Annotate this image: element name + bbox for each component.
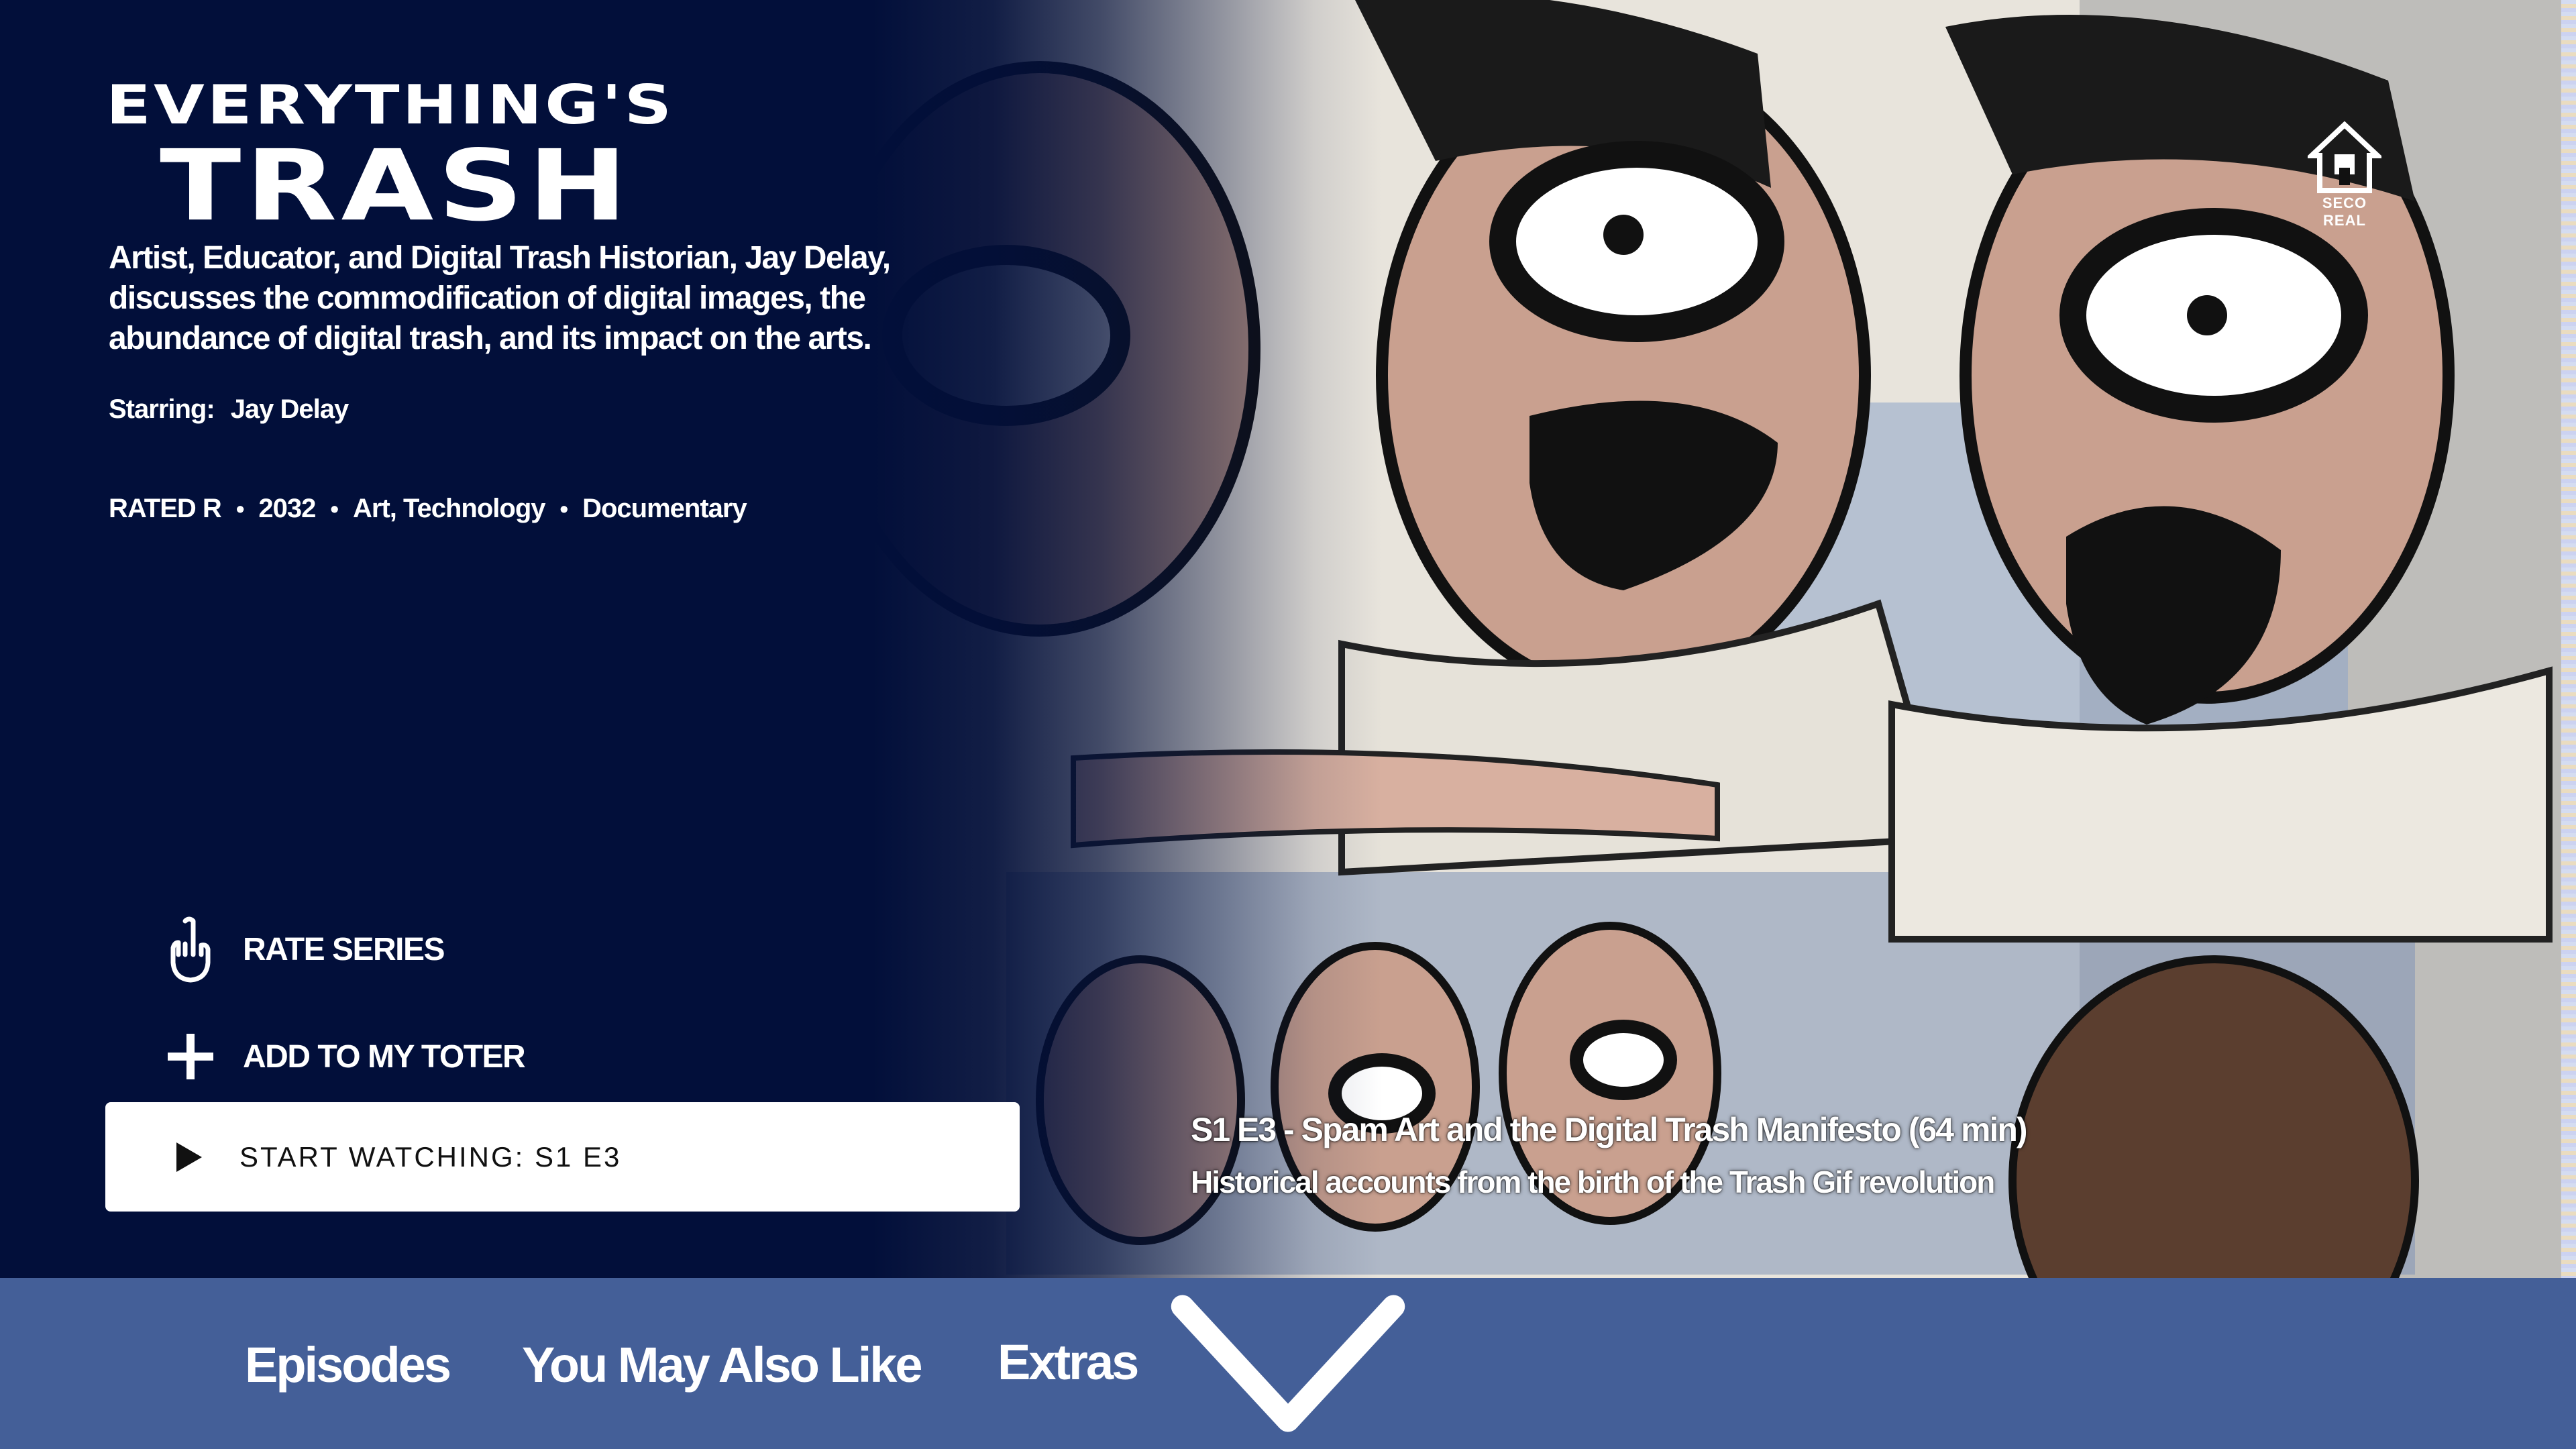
- network-label-line2: REAL: [2323, 212, 2366, 229]
- show-title-logo: EVERYTHING'S TRASH: [106, 74, 750, 243]
- hand-gesture-icon: [161, 916, 220, 983]
- meta-separator: •: [559, 494, 569, 523]
- show-metadata: RATED R • 2032 • Art, Technology • Docum…: [109, 494, 747, 524]
- add-to-toter-button[interactable]: ADD TO MY TOTER: [161, 1023, 526, 1090]
- rating-label: RATED R: [109, 494, 222, 523]
- episode-subtitle: Historical accounts from the birth of th…: [1191, 1165, 1995, 1199]
- tab-extras[interactable]: Extras: [998, 1334, 1139, 1391]
- episode-info: S1 E3 - Spam Art and the Digital Trash M…: [1191, 1110, 2028, 1200]
- title-line-2: TRASH: [160, 129, 632, 243]
- starring-line: Starring: Jay Delay: [109, 394, 350, 425]
- edge-artifact: [2561, 0, 2576, 1278]
- genres-label: Art, Technology: [353, 494, 545, 523]
- network-logo: SECO REAL: [2288, 121, 2402, 275]
- type-label: Documentary: [582, 494, 747, 523]
- network-label-line1: SECO: [2322, 195, 2367, 211]
- add-to-toter-label: ADD TO MY TOTER: [243, 1038, 526, 1075]
- starring-value: Jay Delay: [230, 394, 350, 424]
- tab-episodes[interactable]: Episodes: [245, 1336, 451, 1393]
- plus-icon: [161, 1023, 220, 1090]
- rate-series-button[interactable]: RATE SERIES: [161, 916, 445, 983]
- start-watching-button[interactable]: START WATCHING: S1 E3: [105, 1102, 1020, 1212]
- starring-label: Starring:: [109, 394, 215, 424]
- rate-series-label: RATE SERIES: [243, 931, 445, 967]
- episode-title: S1 E3 - Spam Art and the Digital Trash M…: [1191, 1111, 2028, 1148]
- title-line-1: EVERYTHING'S: [106, 74, 675, 137]
- play-icon: [176, 1142, 202, 1172]
- house-logo-icon: [2304, 121, 2385, 195]
- show-description: Artist, Educator, and Digital Trash Hist…: [109, 240, 891, 356]
- tab-you-may-also-like[interactable]: You May Also Like: [522, 1336, 923, 1393]
- start-watching-label: START WATCHING: S1 E3: [239, 1140, 622, 1173]
- network-label: SECO REAL: [2288, 195, 2402, 229]
- year-label: 2032: [258, 494, 316, 523]
- meta-separator: •: [235, 494, 245, 523]
- meta-separator: •: [330, 494, 339, 523]
